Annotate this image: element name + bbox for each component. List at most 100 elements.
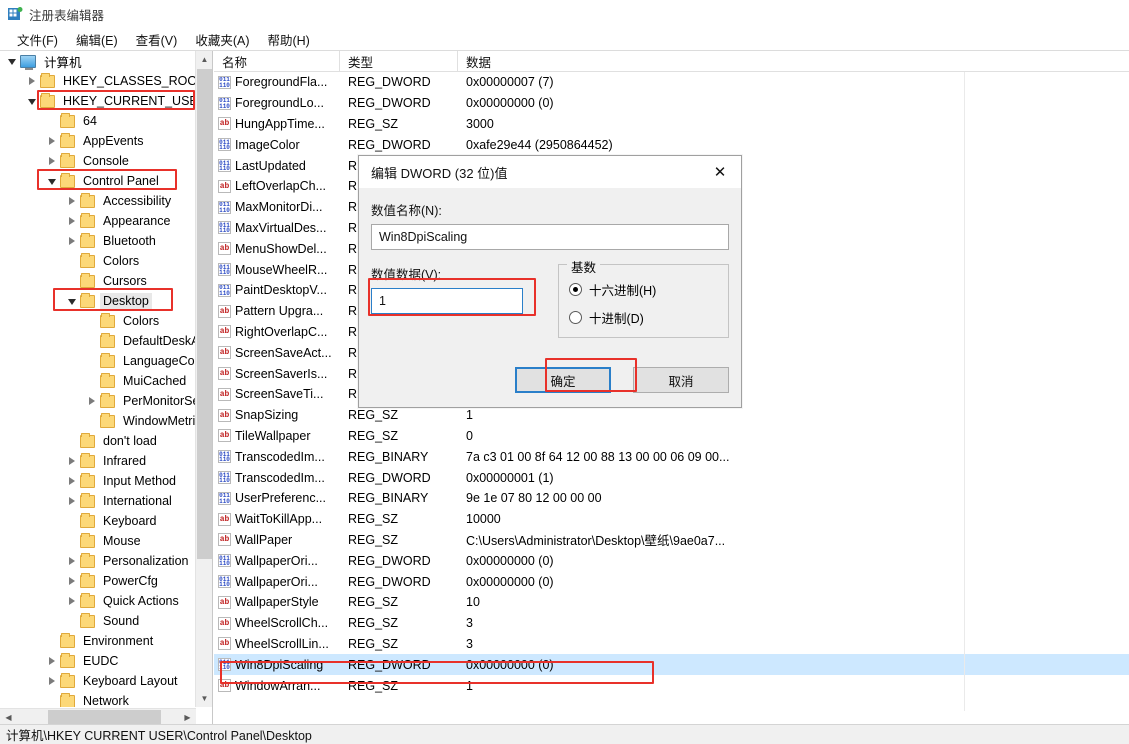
table-row[interactable]: 011110TranscodedIm...REG_BINARY7a c3 01 … (214, 446, 1129, 467)
tree-item-keyboard-layout[interactable]: Keyboard Layout (0, 671, 196, 691)
table-row[interactable]: abHungAppTime...REG_SZ3000 (214, 114, 1129, 135)
tree-item-[interactable]: 计算机 (0, 51, 196, 71)
tree-item-muicached[interactable]: MuiCached (0, 371, 196, 391)
chevron-right-icon[interactable] (44, 651, 60, 671)
registry-tree[interactable]: 计算机HKEY_CLASSES_ROOTHKEY_CURRENT_USER64A… (0, 51, 196, 707)
radio-hexadecimal-icon[interactable] (569, 283, 582, 296)
scroll-left-icon[interactable]: ◀ (0, 709, 17, 725)
chevron-down-icon[interactable] (64, 291, 80, 311)
table-row[interactable]: 011110WallpaperOri...REG_DWORD0x00000000… (214, 550, 1129, 571)
menu-file[interactable]: 文件(F) (8, 28, 67, 51)
tree-horizontal-scrollbar[interactable]: ◀ ▶ (0, 708, 196, 725)
chevron-right-icon[interactable] (44, 151, 60, 171)
tree-item-appearance[interactable]: Appearance (0, 211, 196, 231)
tree-item-colors[interactable]: Colors (0, 251, 196, 271)
list-horizontal-scrollbar[interactable] (214, 711, 1129, 725)
table-row[interactable]: 011110WallpaperOri...REG_DWORD0x00000000… (214, 571, 1129, 592)
tree-item-permonitorse[interactable]: PerMonitorSe (0, 391, 196, 411)
tree-item-console[interactable]: Console (0, 151, 196, 171)
tree-item-accessibility[interactable]: Accessibility (0, 191, 196, 211)
chevron-right-icon[interactable] (44, 671, 60, 691)
tree-item-label: International (100, 493, 175, 509)
scroll-down-icon[interactable]: ▼ (196, 690, 213, 707)
tree-item-hkey-current-user[interactable]: HKEY_CURRENT_USER (0, 91, 196, 111)
chevron-right-icon[interactable] (64, 191, 80, 211)
tree-item-hkey-classes-root[interactable]: HKEY_CLASSES_ROOT (0, 71, 196, 91)
chevron-down-icon[interactable] (24, 91, 40, 111)
chevron-down-icon[interactable] (44, 171, 60, 191)
radio-hexadecimal[interactable]: 十六进制(H) (569, 280, 718, 299)
tree-item-powercfg[interactable]: PowerCfg (0, 571, 196, 591)
table-row[interactable]: abWallPaperREG_SZC:\Users\Administrator\… (214, 530, 1129, 551)
scroll-up-icon[interactable]: ▲ (196, 51, 213, 68)
tree-item-don-t-load[interactable]: don't load (0, 431, 196, 451)
tree-item-64[interactable]: 64 (0, 111, 196, 131)
value-data-cell: 7a c3 01 00 8f 64 12 00 88 13 00 00 06 0… (458, 450, 1129, 464)
tree-item-appevents[interactable]: AppEvents (0, 131, 196, 151)
menu-edit[interactable]: 编辑(E) (67, 28, 127, 51)
chevron-right-icon[interactable] (24, 71, 40, 91)
table-row[interactable]: abWheelScrollLin...REG_SZ3 (214, 634, 1129, 655)
table-row[interactable]: 011110UserPreferenc...REG_BINARY9e 1e 07… (214, 488, 1129, 509)
tree-hscrollbar-thumb[interactable] (48, 710, 161, 725)
chevron-right-icon[interactable] (84, 391, 100, 411)
tree-item-desktop[interactable]: Desktop (0, 291, 196, 311)
tree-item-cursors[interactable]: Cursors (0, 271, 196, 291)
table-row[interactable]: 011110ForegroundFla...REG_DWORD0x0000000… (214, 72, 1129, 93)
table-row[interactable]: 011110ImageColorREG_DWORD0xafe29e44 (295… (214, 134, 1129, 155)
chevron-right-icon[interactable] (44, 131, 60, 151)
tree-item-input-method[interactable]: Input Method (0, 471, 196, 491)
tree-item-personalization[interactable]: Personalization (0, 551, 196, 571)
table-row[interactable]: abWallpaperStyleREG_SZ10 (214, 592, 1129, 613)
cancel-button[interactable]: 取消 (633, 367, 729, 393)
menu-help[interactable]: 帮助(H) (258, 28, 318, 51)
chevron-right-icon[interactable] (64, 231, 80, 251)
chevron-right-icon[interactable] (64, 211, 80, 231)
column-header-name[interactable]: 名称 (214, 51, 340, 71)
ok-button[interactable]: 确定 (515, 367, 611, 393)
value-name-input[interactable]: Win8DpiScaling (371, 224, 729, 250)
tree-item-control-panel[interactable]: Control Panel (0, 171, 196, 191)
tree-vertical-scrollbar[interactable]: ▲ ▼ (195, 51, 212, 707)
string-value-icon: ab (218, 367, 231, 380)
table-row[interactable]: abTileWallpaperREG_SZ0 (214, 426, 1129, 447)
tree-scrollbar-thumb[interactable] (197, 69, 212, 559)
tree-item-bluetooth[interactable]: Bluetooth (0, 231, 196, 251)
tree-item-colors[interactable]: Colors (0, 311, 196, 331)
tree-item-mouse[interactable]: Mouse (0, 531, 196, 551)
chevron-right-icon[interactable] (64, 551, 80, 571)
table-row[interactable]: abWindowArran...REG_SZ1 (214, 675, 1129, 696)
value-data-input[interactable]: 1 (371, 288, 523, 314)
tree-item-infrared[interactable]: Infrared (0, 451, 196, 471)
tree-item-languagecor[interactable]: LanguageCor (0, 351, 196, 371)
chevron-right-icon[interactable] (64, 471, 80, 491)
radio-decimal[interactable]: 十进制(D) (569, 308, 718, 327)
table-row[interactable]: abWheelScrollCh...REG_SZ3 (214, 613, 1129, 634)
tree-item-keyboard[interactable]: Keyboard (0, 511, 196, 531)
tree-item-eudc[interactable]: EUDC (0, 651, 196, 671)
tree-item-defaultdeska[interactable]: DefaultDeskA (0, 331, 196, 351)
radio-decimal-icon[interactable] (569, 311, 582, 324)
tree-item-windowmetri[interactable]: WindowMetri (0, 411, 196, 431)
chevron-right-icon[interactable] (64, 591, 80, 611)
column-header-type[interactable]: 类型 (340, 51, 458, 71)
table-row[interactable]: 011110Win8DpiScalingREG_DWORD0x00000000 … (214, 654, 1129, 675)
tree-item-quick-actions[interactable]: Quick Actions (0, 591, 196, 611)
tree-item-network[interactable]: Network (0, 691, 196, 707)
tree-item-environment[interactable]: Environment (0, 631, 196, 651)
chevron-right-icon[interactable] (64, 491, 80, 511)
table-row[interactable]: 011110ForegroundLo...REG_DWORD0x00000000… (214, 93, 1129, 114)
tree-item-label: 计算机 (41, 51, 85, 72)
chevron-down-icon[interactable] (4, 51, 20, 71)
close-icon[interactable]: ✕ (699, 156, 741, 188)
chevron-right-icon[interactable] (64, 571, 80, 591)
tree-item-international[interactable]: International (0, 491, 196, 511)
scroll-right-icon[interactable]: ▶ (179, 709, 196, 725)
tree-item-sound[interactable]: Sound (0, 611, 196, 631)
menu-view[interactable]: 查看(V) (127, 28, 187, 51)
column-header-data[interactable]: 数据 (458, 51, 1129, 71)
chevron-right-icon[interactable] (64, 451, 80, 471)
table-row[interactable]: 011110TranscodedIm...REG_DWORD0x00000001… (214, 467, 1129, 488)
table-row[interactable]: abWaitToKillApp...REG_SZ10000 (214, 509, 1129, 530)
menu-favorites[interactable]: 收藏夹(A) (186, 28, 258, 51)
